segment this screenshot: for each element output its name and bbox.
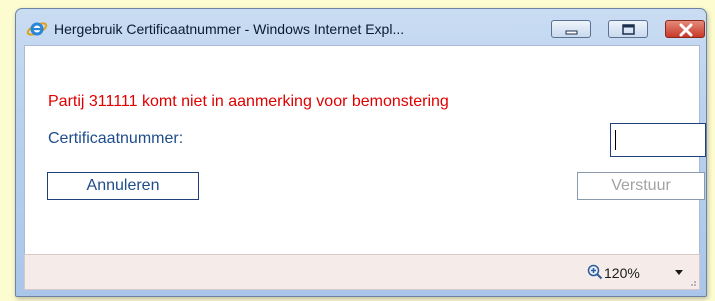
zoom-level[interactable]: 120%: [604, 265, 640, 281]
close-button[interactable]: [665, 20, 705, 38]
cancel-button[interactable]: Annuleren: [47, 172, 199, 200]
eligibility-message: Partij 311111 komt niet in aanmerking vo…: [48, 93, 449, 110]
certificate-number-label: Certificaatnummer:: [48, 130, 184, 147]
minimize-icon: [565, 30, 578, 35]
title-bar[interactable]: Hergebruik Certificaatnummer - Windows I…: [16, 9, 706, 43]
certificate-number-input[interactable]: [610, 123, 706, 157]
window-title: Hergebruik Certificaatnummer - Windows I…: [54, 21, 405, 37]
zoom-magnifier-icon[interactable]: [587, 264, 603, 280]
chevron-down-icon[interactable]: [673, 267, 685, 277]
status-bar: 120%: [24, 254, 700, 290]
submit-button[interactable]: Verstuur: [577, 172, 705, 200]
browser-popup-window: Hergebruik Certificaatnummer - Windows I…: [15, 8, 707, 297]
maximize-button[interactable]: [608, 20, 648, 38]
maximize-icon: [622, 24, 635, 35]
internet-explorer-icon: [26, 22, 48, 36]
dialog-content: Partij 311111 komt niet in aanmerking vo…: [24, 45, 706, 255]
text-caret: [615, 130, 616, 150]
minimize-button[interactable]: [551, 20, 591, 38]
resize-grip-icon[interactable]: [687, 277, 697, 287]
close-icon: [679, 23, 693, 37]
